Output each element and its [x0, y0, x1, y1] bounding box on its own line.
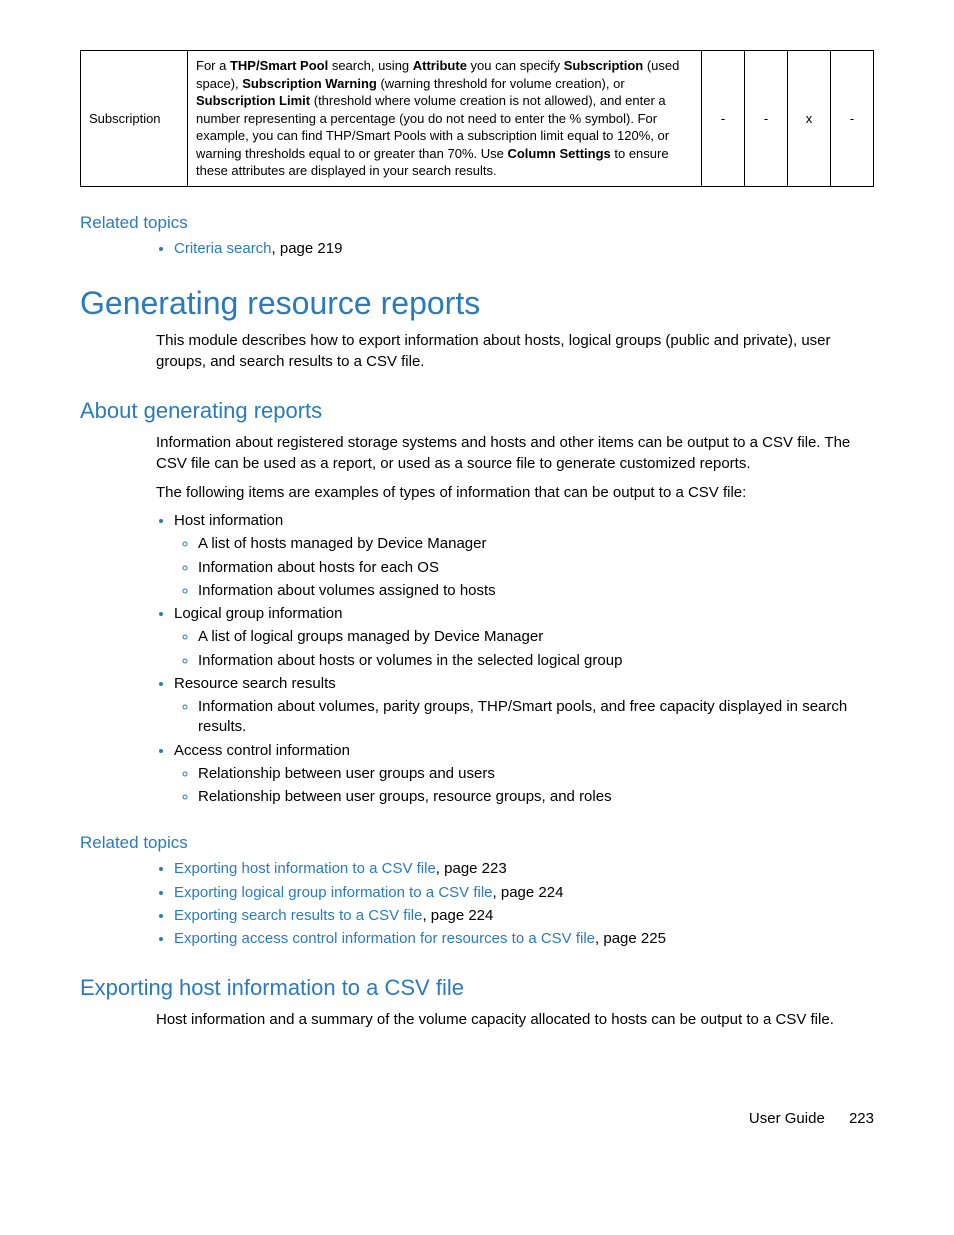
desc-bold: Column Settings	[507, 146, 610, 161]
list-item: A list of logical groups managed by Devi…	[198, 627, 874, 647]
list-item: Relationship between user groups and use…	[198, 764, 874, 784]
list-item: Information about hosts for each OS	[198, 558, 874, 578]
page-ref: , page 224	[493, 884, 564, 901]
list-item-label: Logical group information	[174, 605, 342, 622]
desc-bold: Subscription	[564, 58, 643, 73]
cell-mark: -	[745, 51, 788, 187]
cell-mark: -	[702, 51, 745, 187]
list-item: Criteria search, page 219	[174, 239, 874, 259]
cell-mark: x	[788, 51, 831, 187]
sub-list: A list of logical groups managed by Devi…	[174, 627, 874, 671]
related-topics-heading: Related topics	[80, 833, 874, 853]
desc-bold: Subscription Limit	[196, 93, 310, 108]
page-ref: , page 225	[595, 930, 666, 947]
cell-name: Subscription	[81, 51, 188, 187]
export-p1: Host information and a summary of the vo…	[156, 1009, 874, 1030]
link-export-logical-group[interactable]: Exporting logical group information to a…	[174, 884, 493, 901]
heading-exporting-host: Exporting host information to a CSV file	[80, 975, 874, 1001]
link-export-host[interactable]: Exporting host information to a CSV file	[174, 860, 436, 877]
list-item: Access control information Relationship …	[174, 741, 874, 808]
list-item: Exporting host information to a CSV file…	[174, 859, 874, 879]
list-item: Logical group information A list of logi…	[174, 604, 874, 671]
list-item: Host information A list of hosts managed…	[174, 511, 874, 601]
list-item-label: Resource search results	[174, 675, 336, 692]
desc-text: For a	[196, 58, 230, 73]
list-item: Exporting search results to a CSV file, …	[174, 906, 874, 926]
footer-label: User Guide	[749, 1110, 825, 1127]
list-item: A list of hosts managed by Device Manage…	[198, 534, 874, 554]
related-topics-list: Criteria search, page 219	[156, 239, 874, 259]
list-item: Information about volumes assigned to ho…	[198, 581, 874, 601]
cell-mark: -	[831, 51, 874, 187]
intro-paragraph: This module describes how to export info…	[156, 330, 874, 372]
list-item-label: Access control information	[174, 742, 350, 759]
about-p1: Information about registered storage sys…	[156, 432, 874, 474]
info-types-list: Host information A list of hosts managed…	[156, 511, 874, 807]
page-ref: , page 223	[436, 860, 507, 877]
heading-about-generating: About generating reports	[80, 398, 874, 424]
list-item: Exporting access control information for…	[174, 929, 874, 949]
page-ref: , page 224	[422, 907, 493, 924]
desc-text: you can specify	[467, 58, 564, 73]
table-row: Subscription For a THP/Smart Pool search…	[81, 51, 874, 187]
link-export-search-results[interactable]: Exporting search results to a CSV file	[174, 907, 422, 924]
cell-description: For a THP/Smart Pool search, using Attri…	[188, 51, 702, 187]
page-number: 223	[849, 1110, 874, 1127]
list-item-label: Host information	[174, 512, 283, 529]
link-criteria-search[interactable]: Criteria search	[174, 240, 272, 257]
page-content: Subscription For a THP/Smart Pool search…	[0, 0, 954, 1167]
sub-list: Information about volumes, parity groups…	[174, 697, 874, 738]
related-topics-heading: Related topics	[80, 213, 874, 233]
desc-bold: Attribute	[413, 58, 467, 73]
sub-list: A list of hosts managed by Device Manage…	[174, 534, 874, 601]
link-export-access-control[interactable]: Exporting access control information for…	[174, 930, 595, 947]
subscription-table: Subscription For a THP/Smart Pool search…	[80, 50, 874, 187]
list-item: Exporting logical group information to a…	[174, 883, 874, 903]
list-item: Resource search results Information abou…	[174, 674, 874, 738]
page-ref: , page 219	[272, 240, 343, 257]
list-item: Information about hosts or volumes in th…	[198, 651, 874, 671]
related-topics-list: Exporting host information to a CSV file…	[156, 859, 874, 949]
desc-text: (warning threshold for volume creation),…	[377, 76, 625, 91]
desc-bold: Subscription Warning	[242, 76, 377, 91]
desc-text: search, using	[328, 58, 413, 73]
list-item: Relationship between user groups, resour…	[198, 787, 874, 807]
about-p2: The following items are examples of type…	[156, 482, 874, 503]
list-item: Information about volumes, parity groups…	[198, 697, 874, 738]
desc-bold: THP/Smart Pool	[230, 58, 328, 73]
sub-list: Relationship between user groups and use…	[174, 764, 874, 808]
heading-generating-reports: Generating resource reports	[80, 285, 874, 322]
page-footer: User Guide 223	[80, 1110, 874, 1127]
